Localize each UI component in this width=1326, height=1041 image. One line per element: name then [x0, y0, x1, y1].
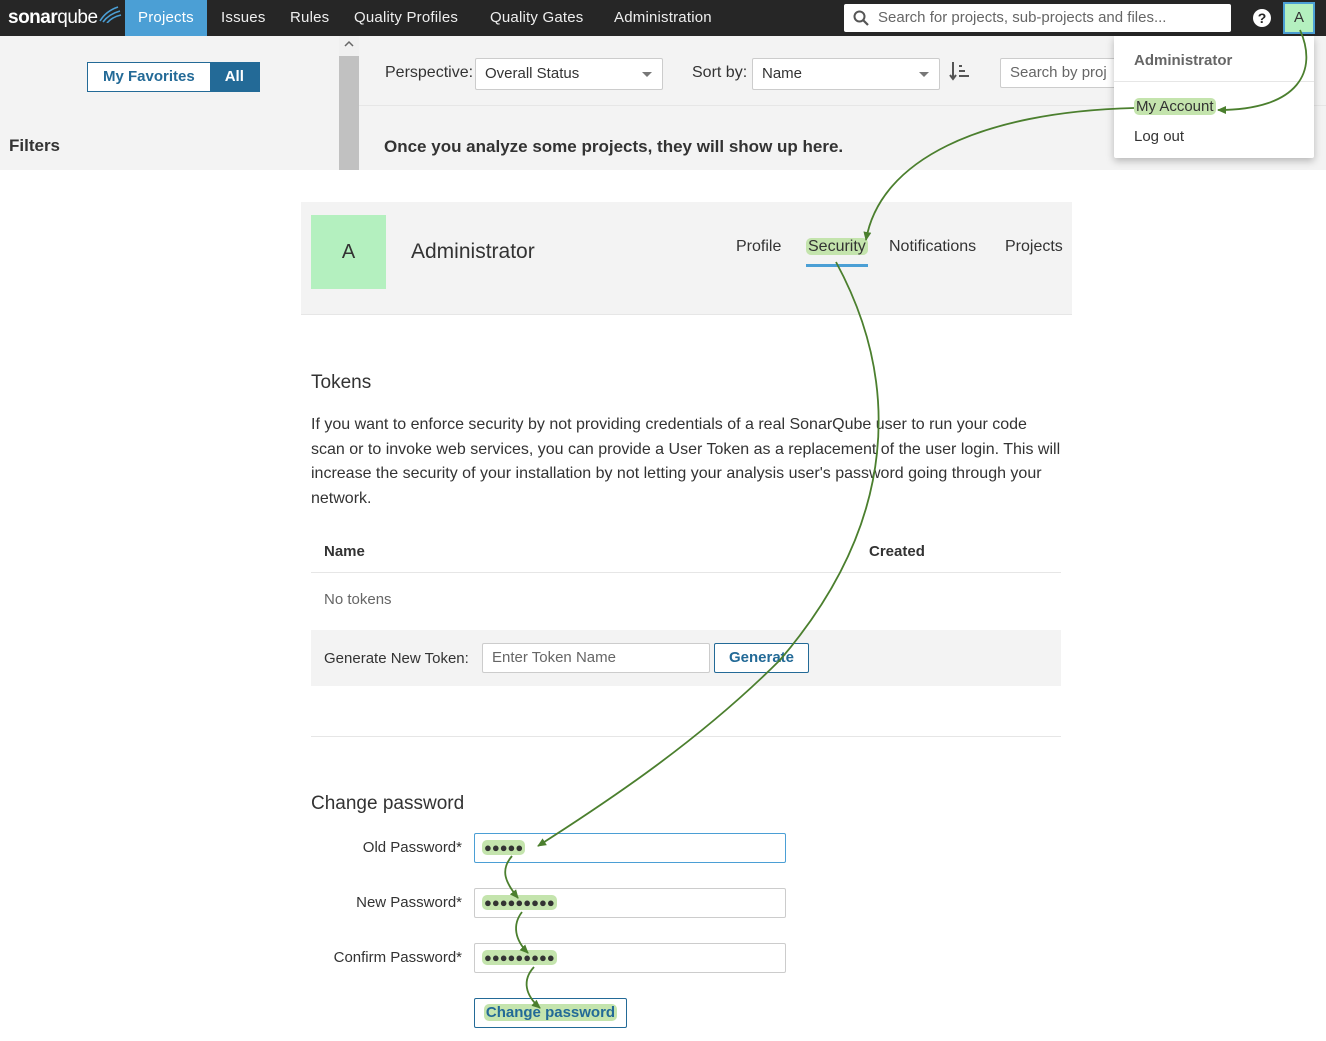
chevron-down-icon	[919, 72, 929, 77]
my-favorites-button[interactable]: My Favorites	[88, 63, 210, 91]
logo-text-qube: qube	[57, 7, 98, 28]
scrollbar-thumb[interactable]	[339, 56, 359, 170]
help-icon[interactable]: ?	[1253, 9, 1271, 27]
logo-text-sonar: sonar	[8, 7, 58, 28]
user-dropdown-menu: Administrator My Account Log out	[1114, 36, 1314, 158]
nav-projects[interactable]: Projects	[125, 0, 207, 36]
generate-button[interactable]: Generate	[714, 643, 809, 673]
avatar: A	[311, 215, 386, 289]
tab-security[interactable]: Security	[806, 238, 868, 268]
perspective-select[interactable]: Overall Status	[475, 58, 663, 90]
tab-profile[interactable]: Profile	[736, 238, 781, 268]
perspective-label: Perspective:	[385, 64, 474, 81]
generate-token-label: Generate New Token:	[324, 650, 469, 667]
filters-title: Filters	[9, 136, 61, 155]
empty-projects-message: Once you analyze some projects, they wil…	[384, 137, 844, 156]
favorites-toggle: My Favorites All	[87, 62, 260, 92]
tab-notifications[interactable]: Notifications	[889, 238, 976, 268]
new-password-field[interactable]: ●●●●●●●●●	[474, 888, 786, 918]
nav-administration[interactable]: Administration	[601, 0, 725, 36]
new-password-label: New Password*	[356, 894, 462, 911]
change-password-title: Change password	[311, 793, 465, 814]
user-avatar-letter: A	[1285, 4, 1313, 32]
log-out-link[interactable]: Log out	[1134, 128, 1184, 145]
global-search-placeholder: Search for projects, sub-projects and fi…	[878, 9, 1167, 26]
chevron-down-icon	[642, 72, 652, 77]
scroll-up-icon[interactable]	[344, 40, 354, 47]
old-password-field[interactable]: ●●●●●	[474, 833, 786, 863]
dropdown-divider	[1114, 81, 1314, 82]
generate-token-panel: Generate New Token: Enter Token Name Gen…	[311, 630, 1061, 686]
dropdown-user-name: Administrator	[1134, 52, 1233, 69]
sidebar-scrollbar[interactable]	[339, 36, 359, 170]
tokens-title: Tokens	[311, 372, 372, 393]
arrow-security-to-old-password	[537, 261, 880, 847]
old-password-value: ●●●●●	[482, 840, 526, 855]
tab-security-label: Security	[806, 238, 868, 255]
my-account-link[interactable]: My Account	[1134, 98, 1216, 115]
account-header: A Administrator Profile Security Notific…	[301, 202, 1072, 315]
token-name-input[interactable]: Enter Token Name	[482, 643, 710, 673]
confirm-password-value: ●●●●●●●●●	[482, 950, 557, 965]
logo-waves-icon	[99, 6, 122, 23]
tokens-description: If you want to enforce security by not p…	[311, 416, 1061, 507]
sort-order-icon[interactable]	[949, 60, 971, 82]
change-password-button[interactable]: Change password	[474, 998, 627, 1028]
user-avatar-button[interactable]: A	[1283, 2, 1315, 34]
account-user-name: Administrator	[411, 240, 535, 263]
confirm-password-field[interactable]: ●●●●●●●●●	[474, 943, 786, 973]
nav-rules[interactable]: Rules	[277, 0, 342, 36]
new-password-value: ●●●●●●●●●	[482, 895, 557, 910]
sort-select[interactable]: Name	[752, 58, 940, 90]
perspective-value: Overall Status	[485, 65, 580, 82]
top-navigation-bar: sonarqube Projects Issues Rules Quality …	[0, 0, 1326, 36]
sort-label: Sort by:	[692, 64, 748, 81]
global-search-input[interactable]: Search for projects, sub-projects and fi…	[844, 4, 1231, 32]
section-divider	[311, 736, 1061, 737]
nav-issues[interactable]: Issues	[208, 0, 279, 36]
no-tokens-message: No tokens	[324, 591, 392, 608]
my-account-label: My Account	[1134, 98, 1216, 115]
column-header-created: Created	[869, 543, 925, 560]
nav-quality-profiles[interactable]: Quality Profiles	[341, 0, 471, 36]
change-password-button-label: Change password	[483, 1004, 618, 1021]
sonarqube-logo[interactable]: sonarqube	[8, 5, 122, 31]
all-projects-button[interactable]: All	[209, 63, 259, 91]
sort-value: Name	[762, 65, 803, 82]
search-icon	[853, 10, 869, 26]
confirm-password-label: Confirm Password*	[333, 949, 462, 966]
nav-quality-gates[interactable]: Quality Gates	[477, 0, 596, 36]
table-header-divider	[311, 572, 1061, 573]
tab-projects[interactable]: Projects	[1005, 238, 1063, 268]
column-header-name: Name	[324, 543, 365, 560]
old-password-label: Old Password*	[362, 839, 462, 856]
